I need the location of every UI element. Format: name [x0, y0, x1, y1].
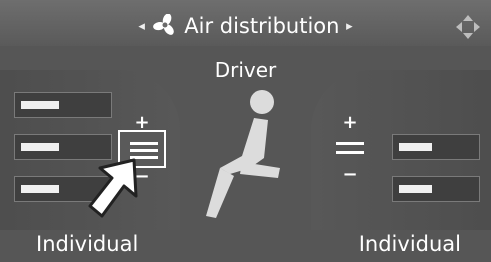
right-level-bar-upper[interactable] [392, 134, 480, 160]
pointer-arrow-icon [88, 158, 138, 218]
header-bar: ◂ Air distribution ▸ [0, 0, 491, 46]
left-individual-label: Individual [36, 232, 139, 256]
right-minus-button[interactable]: − [340, 166, 360, 184]
driver-label: Driver [214, 58, 277, 82]
page-title: Air distribution [184, 14, 340, 38]
header-title-row: ◂ Air distribution ▸ [0, 14, 491, 39]
four-way-nav-icon[interactable] [455, 14, 481, 40]
left-level-fill-middle [21, 143, 59, 151]
prev-arrow-icon[interactable]: ◂ [138, 19, 145, 34]
right-level-fill-upper [399, 143, 432, 151]
air-distribution-screen: ◂ Air distribution ▸ Driver + − + − Indi… [0, 0, 491, 262]
fan-icon [152, 14, 174, 35]
left-level-bar-upper[interactable] [14, 92, 112, 118]
right-level-fill-lower [399, 185, 432, 193]
right-plus-button[interactable]: + [340, 114, 360, 132]
next-arrow-icon[interactable]: ▸ [346, 19, 353, 34]
right-level-bar-lower[interactable] [392, 176, 480, 202]
seated-driver-icon [206, 90, 280, 218]
right-individual-label: Individual [358, 232, 461, 256]
left-level-fill-upper [21, 101, 59, 109]
left-level-fill-lower [21, 185, 59, 193]
